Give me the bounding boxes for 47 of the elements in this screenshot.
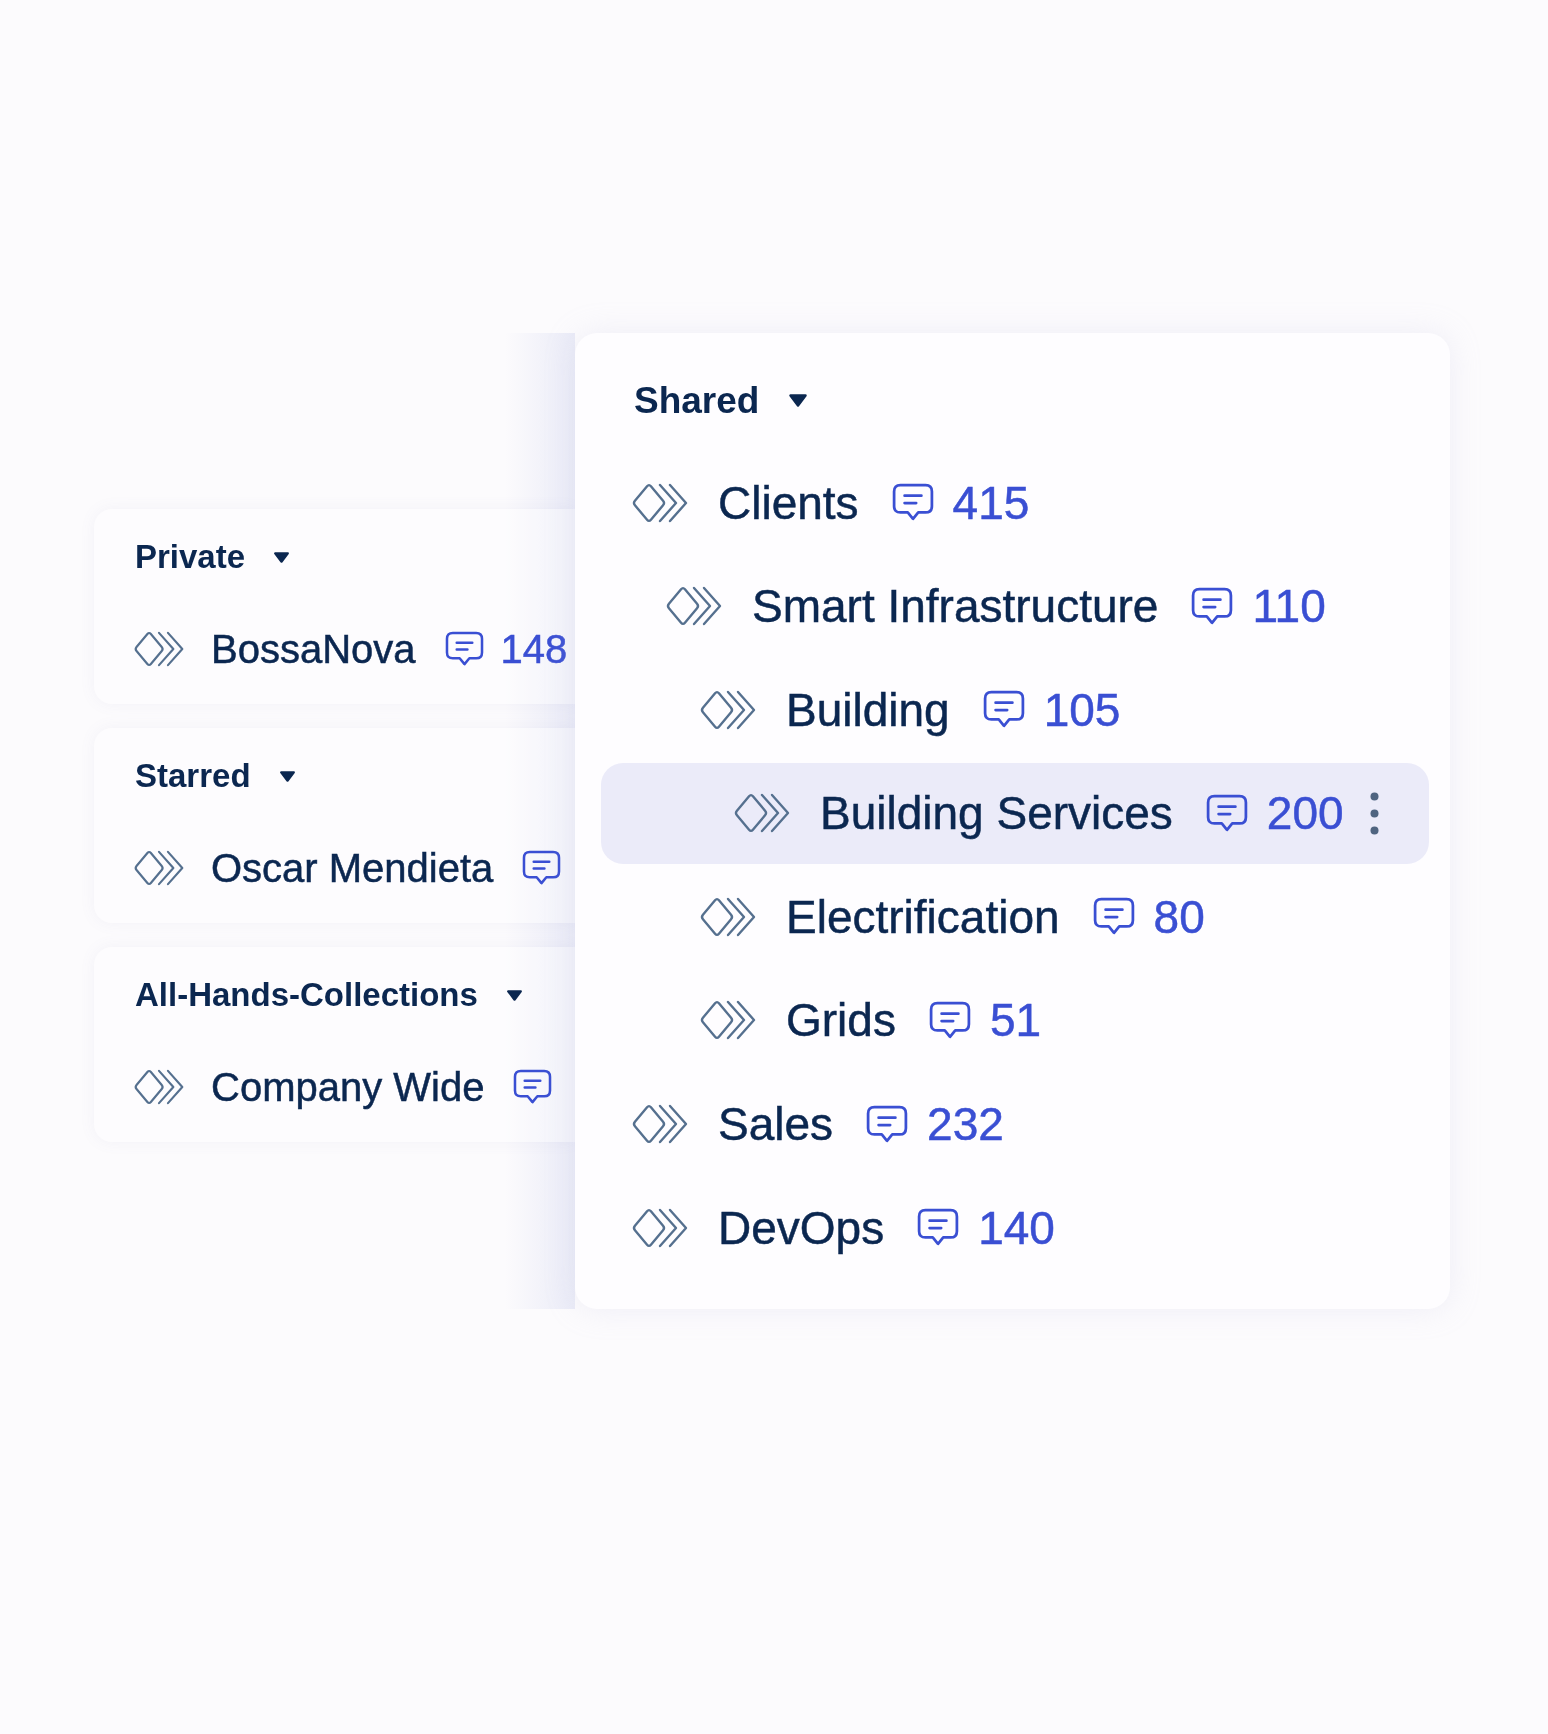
diamond-chevrons-icon bbox=[699, 895, 757, 938]
diamond-chevrons-icon bbox=[733, 792, 791, 835]
diamond-chevrons-icon bbox=[631, 1206, 689, 1249]
tree-item[interactable]: Sales 232 bbox=[601, 1073, 1429, 1175]
tree-item[interactable]: Building 105 bbox=[601, 659, 1429, 761]
comment-icon bbox=[1191, 586, 1234, 626]
comment-count: 148 bbox=[500, 626, 568, 672]
diamond-chevrons-icon bbox=[631, 481, 689, 524]
tree-item[interactable]: Building Services 200 bbox=[601, 762, 1429, 864]
diamond-chevrons-icon bbox=[133, 1068, 185, 1106]
section-header[interactable]: All-Hands-Collections bbox=[135, 975, 523, 1015]
section-header[interactable]: Shared bbox=[634, 375, 809, 426]
tree-item[interactable]: DevOps 140 bbox=[601, 1177, 1429, 1279]
diamond-chevrons-icon bbox=[133, 630, 185, 668]
more-options-icon[interactable] bbox=[1370, 791, 1379, 835]
diamond-chevrons-icon bbox=[631, 1103, 689, 1146]
comment-icon bbox=[891, 483, 934, 522]
comment-count: 200 bbox=[1266, 786, 1344, 841]
comment-count: 110 bbox=[1252, 579, 1326, 634]
comment-icon bbox=[444, 631, 484, 667]
tree-item[interactable]: Smart Infrastructure 110 bbox=[601, 555, 1429, 657]
comment-icon bbox=[1092, 897, 1135, 937]
comment-count: 105 bbox=[1043, 682, 1121, 737]
comment-count: 415 bbox=[952, 475, 1030, 530]
comment-icon bbox=[1205, 793, 1248, 833]
tree-item[interactable]: Electrification 80 bbox=[601, 866, 1429, 968]
comment-icon bbox=[513, 1069, 553, 1105]
collection-item[interactable]: BossaNova 148 bbox=[133, 621, 575, 677]
comment-count: 80 bbox=[1153, 889, 1205, 944]
comment-count: 51 bbox=[989, 993, 1042, 1048]
comment-count: 232 bbox=[927, 1097, 1004, 1152]
diamond-chevrons-icon bbox=[699, 688, 757, 731]
section-header[interactable]: Starred bbox=[135, 756, 296, 796]
comment-icon bbox=[522, 850, 562, 886]
tree-item[interactable]: Grids 51 bbox=[601, 969, 1429, 1071]
comment-icon bbox=[982, 690, 1025, 730]
section-header[interactable]: Private bbox=[135, 537, 291, 577]
comment-icon bbox=[928, 1000, 971, 1040]
comment-icon bbox=[866, 1104, 909, 1144]
collection-item[interactable]: Company Wide bbox=[133, 1059, 575, 1115]
diamond-chevrons-icon bbox=[665, 585, 723, 628]
diamond-chevrons-icon bbox=[699, 999, 757, 1042]
collection-item[interactable]: Oscar Mendieta bbox=[133, 840, 575, 896]
tree-item[interactable]: Clients 415 bbox=[601, 452, 1429, 553]
comment-icon bbox=[917, 1208, 960, 1248]
comment-count: 140 bbox=[978, 1200, 1055, 1255]
diamond-chevrons-icon bbox=[133, 849, 185, 887]
